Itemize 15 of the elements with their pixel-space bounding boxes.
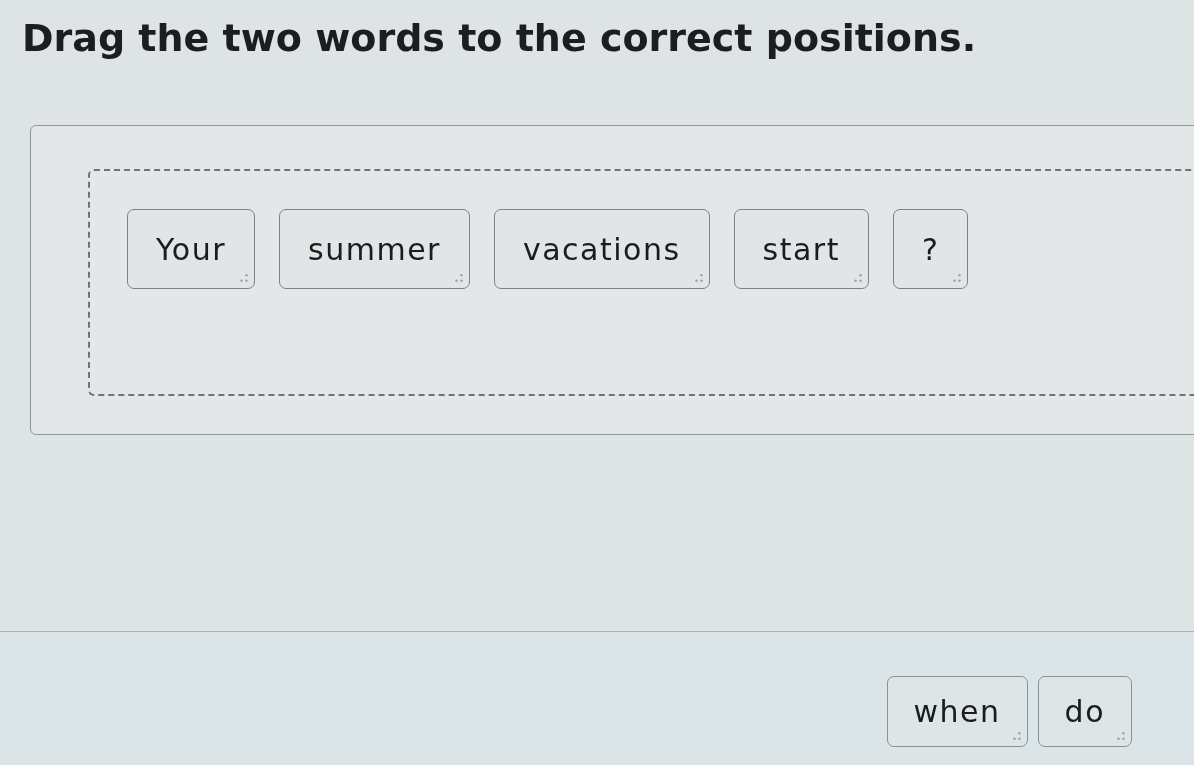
word-tile[interactable]: do xyxy=(1037,676,1132,747)
word-tile[interactable]: summer xyxy=(279,209,470,289)
grip-dots-icon xyxy=(953,274,962,282)
word-tile[interactable]: when xyxy=(886,676,1028,747)
word-tile[interactable]: vacations xyxy=(493,209,710,289)
grip-dots-icon xyxy=(1117,732,1125,740)
grip-dots-icon xyxy=(454,274,463,282)
grip-dots-icon xyxy=(853,274,862,282)
word-tile[interactable]: start xyxy=(733,209,869,289)
grip-dots-icon xyxy=(1012,732,1021,740)
word-tile[interactable]: ? xyxy=(892,209,969,289)
instruction-text: Drag the two words to the correct positions. xyxy=(22,15,977,62)
word-tile[interactable]: Your xyxy=(127,209,256,289)
grip-dots-icon xyxy=(240,274,249,282)
grip-dots-icon xyxy=(694,274,703,282)
